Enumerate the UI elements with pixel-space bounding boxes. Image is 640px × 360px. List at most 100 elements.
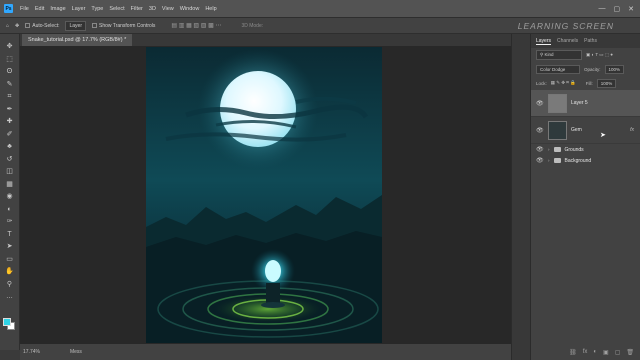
fill-input[interactable]: 100%: [596, 78, 617, 88]
move-icon[interactable]: ✥: [4, 43, 16, 52]
fill-label: Fill:: [585, 80, 593, 86]
auto-select-label: Auto-Select:: [32, 22, 60, 29]
maximize-icon[interactable]: ▢: [614, 5, 621, 13]
doc-info: Mess: [69, 349, 82, 355]
group-name: Grounds: [564, 146, 584, 153]
panel-tabs: Layers Channels Paths: [531, 34, 640, 48]
menu-filter[interactable]: Filter: [128, 6, 146, 12]
lock-row: Lock: ▦ ✎ ✥ ⌗ 🔒 Fill: 100%: [531, 76, 640, 90]
foreground-color-swatch[interactable]: [3, 318, 11, 326]
expand-chevron-icon[interactable]: ›: [548, 147, 550, 152]
link-layers-icon[interactable]: ⛓: [569, 349, 577, 356]
align-icons[interactable]: ▤ ▥ ▦ ▧ ▨ ▩ ⋯: [171, 22, 221, 29]
blend-mode-select[interactable]: Color Dodge: [536, 64, 580, 74]
tab-paths[interactable]: Paths: [584, 38, 597, 44]
menu-type[interactable]: Type: [88, 6, 106, 12]
menu-edit[interactable]: Edit: [32, 6, 47, 12]
menu-help[interactable]: Help: [202, 6, 219, 12]
menu-file[interactable]: File: [17, 6, 32, 12]
show-transform-checkbox[interactable]: Show Transform Controls: [92, 23, 155, 29]
layer-row-layer-5[interactable]: 👁 Layer 5: [531, 90, 640, 117]
photoshop-logo-icon[interactable]: Ps: [4, 4, 13, 13]
watermark: LEARNING SCREEN: [517, 21, 614, 31]
tab-channels[interactable]: Channels: [557, 38, 578, 44]
menu-select[interactable]: Select: [106, 6, 127, 12]
opacity-label: Opacity:: [584, 66, 601, 72]
path-select-icon[interactable]: ➤: [4, 243, 16, 252]
folder-icon: [553, 158, 561, 163]
healing-icon[interactable]: ✚: [4, 118, 16, 127]
layer-filter-row: ⚲ Kind ▣ ◐ T ▭ ⬚ ●: [531, 48, 640, 62]
tab-layers[interactable]: Layers: [536, 38, 552, 45]
visibility-eye-icon[interactable]: 👁: [536, 127, 544, 134]
home-icon[interactable]: ⌂: [6, 23, 9, 29]
new-layer-icon[interactable]: ▢: [615, 349, 621, 356]
blend-row: Color Dodge Opacity: 100%: [531, 62, 640, 76]
mouse-cursor-icon: ➤: [600, 132, 606, 139]
zoom-level[interactable]: 17.74%: [23, 349, 40, 355]
status-bar: 17.74% Mess: [20, 344, 511, 360]
minimize-icon[interactable]: —: [599, 5, 606, 13]
new-group-icon[interactable]: ▣: [603, 349, 609, 356]
menu-window[interactable]: Window: [177, 6, 203, 12]
layer-thumbnail: [548, 120, 567, 140]
collapsed-panels-strip: [511, 34, 531, 360]
expand-chevron-icon[interactable]: ›: [548, 158, 550, 163]
visibility-eye-icon[interactable]: 👁: [536, 146, 544, 153]
adjustment-layer-icon[interactable]: ◐: [593, 349, 597, 356]
auto-select-checkbox[interactable]: Auto-Select:: [25, 23, 59, 29]
lasso-icon[interactable]: ʘ: [4, 68, 16, 77]
visibility-eye-icon[interactable]: 👁: [536, 100, 544, 107]
kind-label: Kind: [544, 52, 554, 57]
opacity-input[interactable]: 100%: [604, 64, 625, 74]
layers-panel: Layers Channels Paths ⚲ Kind ▣ ◐ T ▭ ⬚ ●…: [531, 34, 640, 360]
document-tab[interactable]: Snake_tutorial.psd @ 17.7% (RGB/8#) *: [22, 34, 133, 46]
document-tab-strip: Snake_tutorial.psd @ 17.7% (RGB/8#) *: [20, 34, 511, 46]
brush-icon[interactable]: ✐: [4, 131, 16, 140]
layer-group-background[interactable]: 👁 › Background: [531, 155, 640, 166]
layer-name: Layer 5: [571, 100, 588, 106]
crop-icon[interactable]: ⌗: [4, 93, 16, 102]
lock-icons[interactable]: ▦ ✎ ✥ ⌗ 🔒: [551, 80, 576, 86]
document-canvas[interactable]: [146, 47, 382, 343]
lock-label: Lock:: [536, 80, 547, 86]
group-name: Background: [564, 157, 592, 164]
menu-3d[interactable]: 3D: [146, 6, 159, 12]
eraser-icon[interactable]: ◫: [4, 168, 16, 177]
layer-thumbnail: [548, 93, 567, 113]
visibility-eye-icon[interactable]: 👁: [536, 157, 544, 164]
move-tool-icon[interactable]: ✥: [15, 23, 19, 29]
show-transform-label: Show Transform Controls: [99, 22, 156, 29]
quick-select-icon[interactable]: ✎: [4, 81, 16, 90]
gradient-icon[interactable]: ▦: [4, 181, 16, 190]
type-icon[interactable]: T: [4, 231, 16, 240]
3d-mode-label: 3D Mode:: [241, 22, 264, 29]
history-brush-icon[interactable]: ↺: [4, 156, 16, 165]
blur-icon[interactable]: ◉: [4, 193, 16, 202]
filter-icons[interactable]: ▣ ◐ T ▭ ⬚ ●: [586, 52, 613, 58]
menu-view[interactable]: View: [159, 6, 177, 12]
add-style-icon[interactable]: fx: [583, 349, 588, 356]
eyedropper-icon[interactable]: ✒: [4, 106, 16, 115]
rectangle-icon[interactable]: ▭: [4, 256, 16, 265]
pen-icon[interactable]: ✑: [4, 218, 16, 227]
close-icon[interactable]: ✕: [628, 5, 634, 13]
more-tools-icon[interactable]: …: [4, 293, 16, 302]
menu-layer[interactable]: Layer: [69, 6, 89, 12]
zoom-icon[interactable]: ⚲: [4, 281, 16, 290]
dodge-icon[interactable]: ◐: [4, 206, 16, 215]
menu-image[interactable]: Image: [47, 6, 68, 12]
tools-panel: ✥ ⬚ ʘ ✎ ⌗ ✒ ✚ ✐ ♣ ↺ ◫ ▦ ◉ ◐ ✑ T ➤ ▭ ✋ ⚲ …: [0, 34, 20, 350]
layer-row-gem[interactable]: 👁 Gem fx: [531, 117, 640, 144]
marquee-icon[interactable]: ⬚: [4, 56, 16, 65]
auto-select-dropdown[interactable]: Layer: [65, 20, 86, 31]
artwork-image: [146, 47, 382, 343]
hand-icon[interactable]: ✋: [4, 268, 16, 277]
fx-icon[interactable]: fx: [630, 127, 634, 133]
clone-stamp-icon[interactable]: ♣: [4, 143, 16, 152]
layer-name: Gem: [571, 127, 582, 133]
layer-group-grounds[interactable]: 👁 › Grounds: [531, 144, 640, 155]
layer-kind-filter[interactable]: ⚲ Kind: [536, 50, 582, 60]
folder-icon: [553, 147, 561, 152]
delete-layer-icon[interactable]: 🗑: [626, 349, 634, 356]
